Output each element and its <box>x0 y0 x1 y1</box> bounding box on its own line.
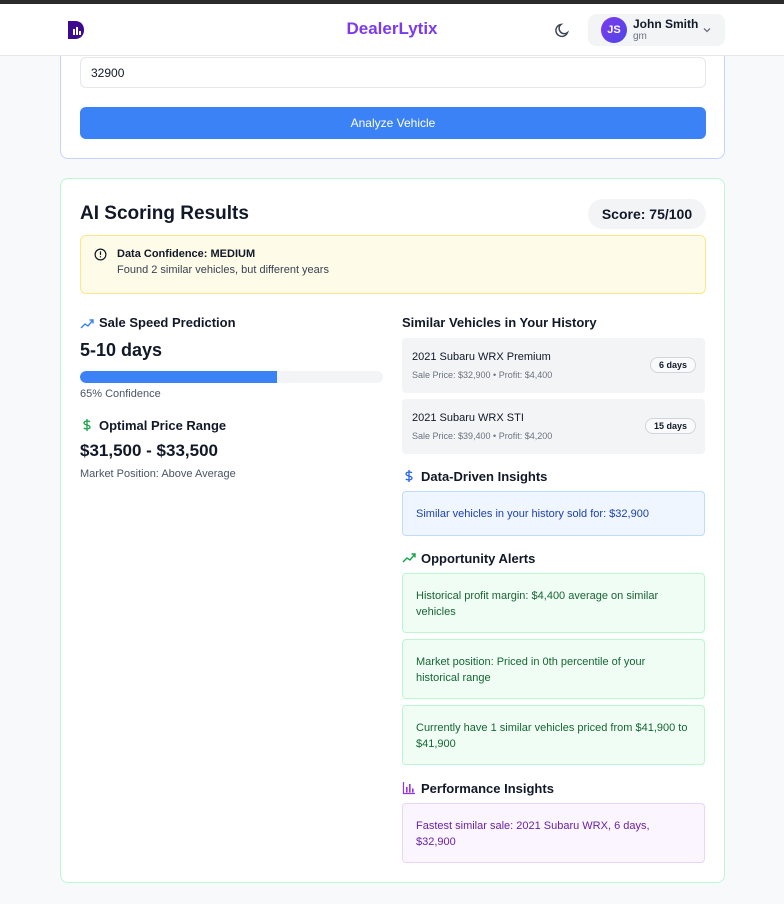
confidence-title: Data Confidence: MEDIUM <box>117 248 256 260</box>
performance-insights-title: Performance Insights <box>421 781 554 796</box>
price-range-title: Optimal Price Range <box>99 418 227 433</box>
market-position: Market Position: Above Average <box>80 468 236 480</box>
days-badge: 15 days <box>644 418 696 434</box>
similar-vehicle-card[interactable]: 2021 Subaru WRX Premium Sale Price: $32,… <box>402 338 705 393</box>
bar-chart-icon <box>402 782 415 795</box>
opportunity-alerts-title: Opportunity Alerts <box>421 551 536 566</box>
score-badge: Score: 75/100 <box>588 199 706 229</box>
vehicle-name: 2021 Subaru WRX Premium <box>412 351 551 363</box>
alert-circle-icon <box>94 248 107 261</box>
opportunity-alert-item: Currently have 1 similar vehicles priced… <box>402 705 705 765</box>
price-input[interactable] <box>80 57 706 88</box>
vehicle-details: Sale Price: $32,900 • Profit: $4,400 <box>412 370 553 380</box>
user-name: John Smith <box>633 17 699 31</box>
days-badge: 6 days <box>649 357 696 373</box>
price-range-value: $31,500 - $33,500 <box>80 441 219 460</box>
data-insight-item: Similar vehicles in your history sold fo… <box>402 491 705 536</box>
sale-speed-title: Sale Speed Prediction <box>99 315 236 330</box>
analyze-vehicle-button[interactable]: Analyze Vehicle <box>80 107 706 139</box>
confidence-percent: 65% Confidence <box>80 388 161 400</box>
trending-up-icon <box>80 319 94 329</box>
ai-scoring-results-card: AI Scoring Results Score: 75/100 Data Co… <box>60 178 725 883</box>
app-header: DealerLytix JS John Smith gm <box>0 4 784 56</box>
opportunity-alert-item: Market position: Priced in 0th percentil… <box>402 639 705 699</box>
results-title: AI Scoring Results <box>80 203 249 224</box>
user-menu[interactable]: JS John Smith gm <box>588 14 725 46</box>
similar-vehicle-card[interactable]: 2021 Subaru WRX STI Sale Price: $39,400 … <box>402 399 705 454</box>
performance-insight-item: Fastest similar sale: 2021 Subaru WRX, 6… <box>402 803 705 863</box>
dollar-sign-icon <box>405 470 413 482</box>
dollar-sign-icon <box>83 419 91 431</box>
data-insights-title: Data-Driven Insights <box>421 469 548 484</box>
similar-vehicles-title: Similar Vehicles in Your History <box>402 315 597 330</box>
moon-icon[interactable] <box>553 20 573 40</box>
opportunity-alert-item: Historical profit margin: $4,400 average… <box>402 573 705 633</box>
trending-up-icon <box>402 553 416 563</box>
confidence-progress-bar <box>80 371 383 383</box>
chevron-down-icon <box>703 28 711 33</box>
data-confidence-alert: Data Confidence: MEDIUM Found 2 similar … <box>80 235 706 294</box>
confidence-progress-fill <box>80 371 277 383</box>
user-role: gm <box>633 31 647 42</box>
sale-speed-value: 5-10 days <box>80 340 163 360</box>
vehicle-details: Sale Price: $39,400 • Profit: $4,200 <box>412 431 553 441</box>
confidence-text: Found 2 similar vehicles, but different … <box>117 264 329 276</box>
vehicle-name: 2021 Subaru WRX STI <box>412 412 524 424</box>
avatar: JS <box>601 17 627 43</box>
